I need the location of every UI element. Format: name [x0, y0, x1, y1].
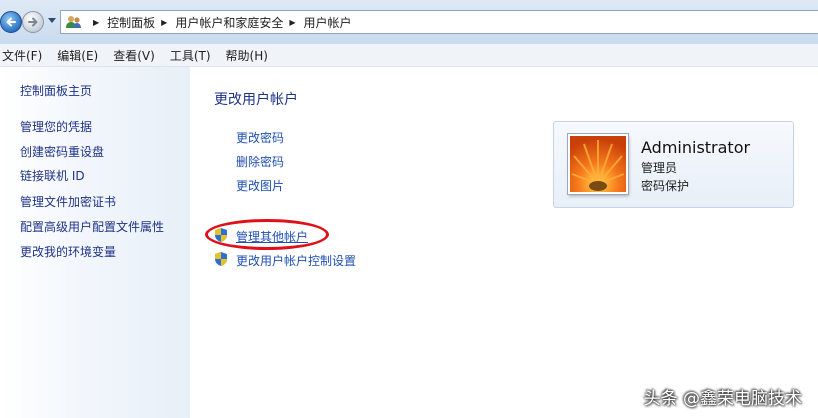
avatar[interactable]: [568, 134, 628, 194]
sidebar-item-advanced-profile[interactable]: 配置高级用户配置文件属性: [20, 218, 164, 235]
address-box[interactable]: ▶ 控制面板 ▶ 用户帐户和家庭安全 ▶ 用户帐户: [60, 10, 818, 34]
sidebar-item-environment-variables[interactable]: 更改我的环境变量: [20, 243, 116, 260]
forward-button[interactable]: [22, 11, 44, 33]
uac-shield-icon: [215, 252, 227, 266]
forward-arrow-icon: [28, 17, 38, 27]
flower-picture-icon: [570, 136, 626, 192]
sidebar-item-link-online-id[interactable]: 链接联机 ID: [20, 167, 85, 184]
menu-help[interactable]: 帮助(H): [226, 47, 268, 64]
watermark: 头条 @鑫荣电脑技术: [643, 389, 802, 409]
sidebar: 控制面板主页 管理您的凭据 创建密码重设盘 链接联机 ID 管理文件加密证书 配…: [0, 67, 190, 418]
address-bar-area: ▶ 控制面板 ▶ 用户帐户和家庭安全 ▶ 用户帐户: [0, 0, 818, 44]
breadcrumb-separator-icon[interactable]: ▶: [161, 18, 167, 27]
uac-settings-link[interactable]: 更改用户帐户控制设置: [236, 252, 356, 269]
change-password-link[interactable]: 更改密码: [236, 129, 284, 146]
account-password-status: 密码保护: [641, 179, 690, 193]
page-title: 更改用户帐户: [214, 92, 298, 108]
recent-pages-dropdown-icon[interactable]: [48, 18, 56, 24]
highlight-ellipse: [205, 219, 329, 250]
menu-edit[interactable]: 编辑(E): [57, 47, 98, 64]
breadcrumb: ▶ 控制面板 ▶ 用户帐户和家庭安全 ▶ 用户帐户: [87, 11, 352, 33]
breadcrumb-separator-icon[interactable]: ▶: [289, 18, 295, 27]
sidebar-item-encryption-certs[interactable]: 管理文件加密证书: [20, 193, 116, 210]
sidebar-item-control-panel-home[interactable]: 控制面板主页: [20, 82, 92, 99]
account-role: 管理员: [641, 161, 678, 175]
back-button[interactable]: [0, 11, 22, 33]
account-name: Administrator: [641, 138, 751, 157]
back-arrow-icon: [6, 17, 16, 27]
remove-password-link[interactable]: 删除密码: [236, 153, 284, 170]
breadcrumb-control-panel[interactable]: 控制面板: [107, 14, 155, 31]
change-picture-link[interactable]: 更改图片: [236, 177, 284, 194]
breadcrumb-user-accounts-family[interactable]: 用户帐户和家庭安全: [175, 14, 283, 31]
breadcrumb-separator-icon[interactable]: ▶: [93, 18, 99, 27]
breadcrumb-user-accounts[interactable]: 用户帐户: [304, 14, 352, 31]
sidebar-item-manage-credentials[interactable]: 管理您的凭据: [20, 118, 92, 135]
users-icon: [66, 16, 81, 28]
account-card: Administrator 管理员 密码保护: [553, 121, 794, 208]
menu-file[interactable]: 文件(F): [2, 47, 42, 64]
menu-bar: 文件(F) 编辑(E) 查看(V) 工具(T) 帮助(H): [0, 44, 818, 67]
menu-tools[interactable]: 工具(T): [170, 47, 211, 64]
sidebar-item-password-reset-disk[interactable]: 创建密码重设盘: [20, 143, 104, 160]
menu-view[interactable]: 查看(V): [113, 47, 155, 64]
